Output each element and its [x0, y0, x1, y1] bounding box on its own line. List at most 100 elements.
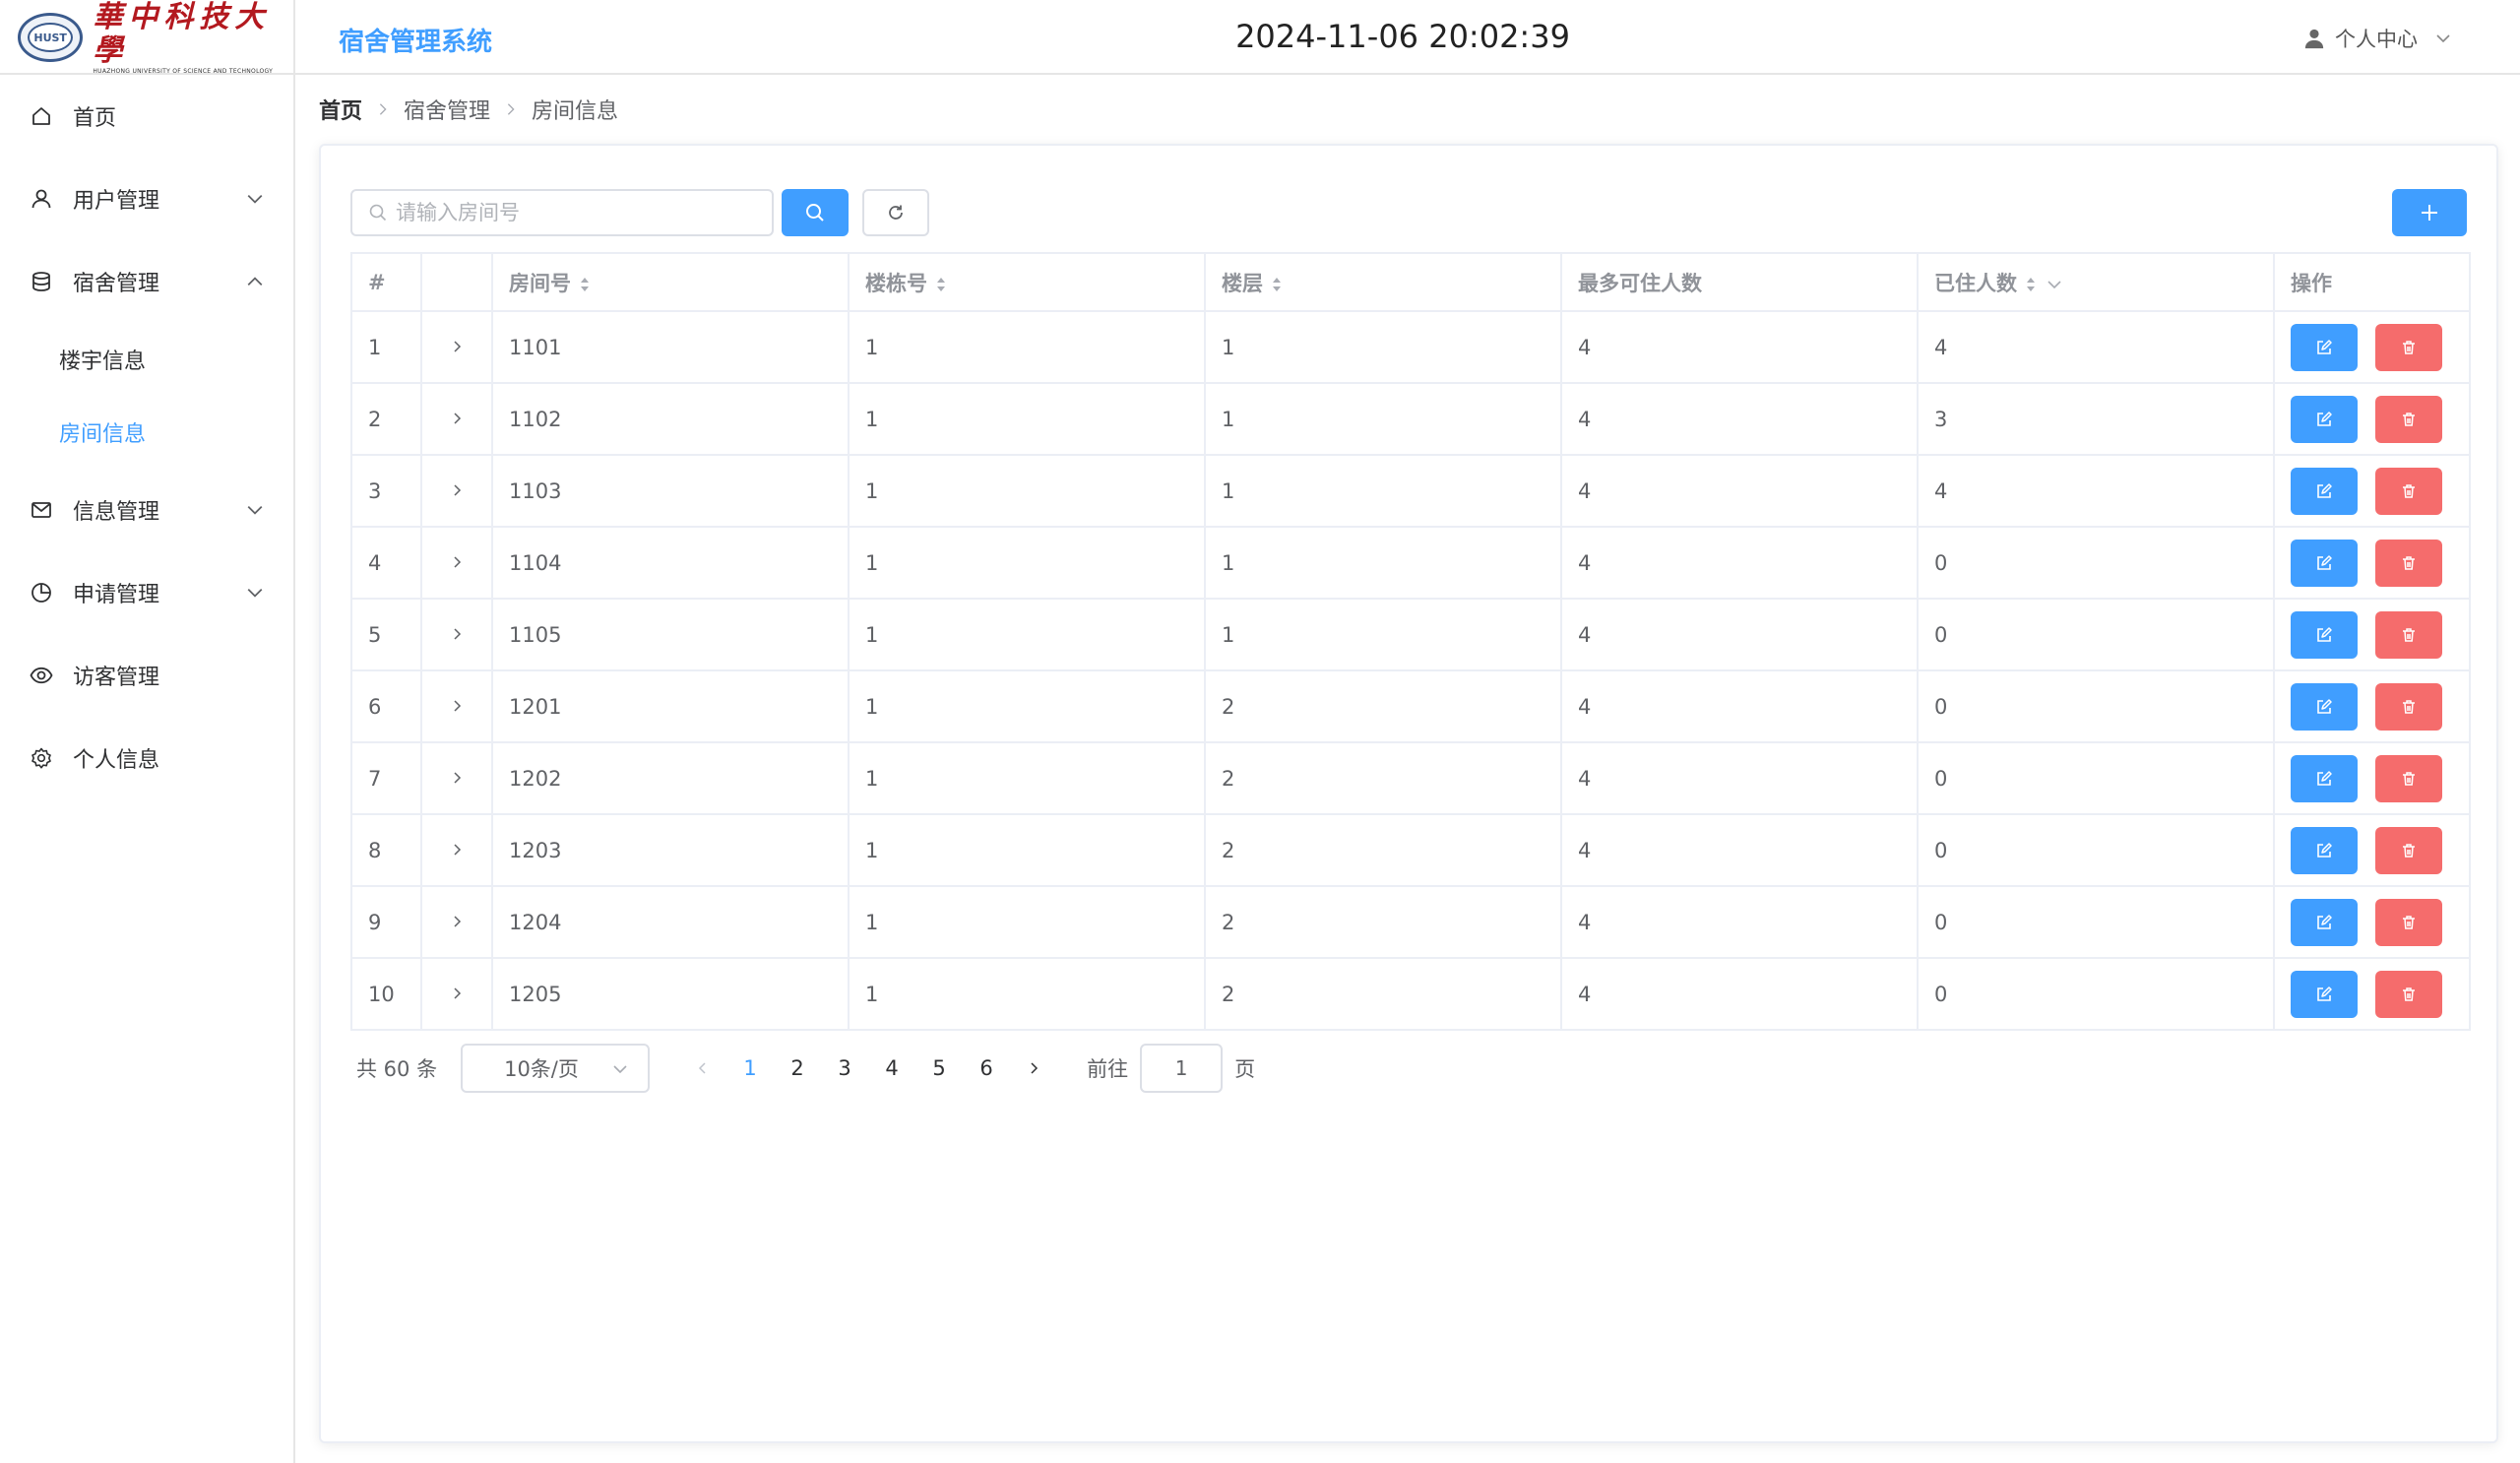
- sidebar-item-home[interactable]: 首页: [0, 75, 293, 158]
- cell-expand[interactable]: [421, 455, 493, 528]
- setting-icon: [32, 747, 51, 769]
- chevron-right-icon[interactable]: [449, 842, 465, 858]
- sidebar-item-dorm-management[interactable]: 宿舍管理: [0, 240, 293, 323]
- cell-expand[interactable]: [421, 527, 493, 600]
- cell-expand[interactable]: [421, 742, 493, 815]
- cell-building-number: 1: [849, 958, 1206, 1031]
- edit-button[interactable]: [2291, 898, 2358, 946]
- cell-index: 1: [352, 311, 422, 384]
- cell-actions: [2274, 742, 2469, 815]
- delete-button[interactable]: [2375, 682, 2442, 731]
- delete-button[interactable]: [2375, 395, 2442, 443]
- search-box[interactable]: [350, 189, 774, 236]
- cell-actions: [2274, 670, 2469, 743]
- trash-icon: [2403, 986, 2415, 1001]
- edit-icon: [2317, 698, 2332, 714]
- table-row: 3 1103 1 1 4 4: [352, 455, 2469, 528]
- cell-expand[interactable]: [421, 958, 493, 1031]
- delete-button[interactable]: [2375, 754, 2442, 802]
- page-number-6[interactable]: 6: [963, 1056, 1010, 1080]
- add-room-button[interactable]: [2392, 189, 2467, 236]
- cell-room-number: 1101: [492, 311, 850, 384]
- chevron-right-icon[interactable]: [449, 770, 465, 786]
- cell-expand[interactable]: [421, 383, 493, 456]
- chevron-right-icon[interactable]: [449, 482, 465, 498]
- next-page-button[interactable]: [1010, 1044, 1057, 1093]
- filter-dropdown-icon[interactable]: [2047, 277, 2062, 292]
- page-number-3[interactable]: 3: [821, 1056, 868, 1080]
- sidebar-item-personal-info[interactable]: 个人信息: [0, 717, 293, 799]
- sort-icon[interactable]: [1271, 276, 1283, 293]
- page-number-5[interactable]: 5: [915, 1056, 963, 1080]
- edit-button[interactable]: [2291, 467, 2358, 515]
- chevron-down-icon: [247, 194, 263, 204]
- chevron-right-icon[interactable]: [449, 626, 465, 642]
- edit-button[interactable]: [2291, 610, 2358, 659]
- edit-button[interactable]: [2291, 539, 2358, 587]
- delete-button[interactable]: [2375, 323, 2442, 371]
- edit-icon: [2317, 482, 2332, 498]
- column-header-building-number[interactable]: 楼栋号: [849, 254, 1206, 312]
- chevron-right-icon[interactable]: [449, 339, 465, 354]
- cell-expand[interactable]: [421, 599, 493, 671]
- edit-button[interactable]: [2291, 970, 2358, 1018]
- edit-button[interactable]: [2291, 323, 2358, 371]
- cell-expand[interactable]: [421, 814, 493, 887]
- chevron-right-icon[interactable]: [449, 698, 465, 714]
- user-center-dropdown[interactable]: 个人中心: [2303, 24, 2451, 53]
- cell-floor: 1: [1205, 311, 1562, 384]
- row-actions: [2291, 323, 2469, 371]
- refresh-button[interactable]: [862, 189, 929, 236]
- delete-button[interactable]: [2375, 826, 2442, 874]
- row-actions: [2291, 610, 2469, 659]
- cell-building-number: 1: [849, 311, 1206, 384]
- page-number-1[interactable]: 1: [726, 1056, 774, 1080]
- logo-english-name: HUAZHONG UNIVERSITY OF SCIENCE AND TECHN…: [93, 67, 274, 75]
- breadcrumb-home[interactable]: 首页: [319, 94, 362, 125]
- sort-icon[interactable]: [935, 276, 947, 293]
- cell-expand[interactable]: [421, 311, 493, 384]
- chevron-right-icon[interactable]: [449, 986, 465, 1001]
- cell-expand[interactable]: [421, 670, 493, 743]
- delete-button[interactable]: [2375, 970, 2442, 1018]
- chevron-right-icon[interactable]: [449, 554, 465, 570]
- row-actions: [2291, 539, 2469, 587]
- delete-button[interactable]: [2375, 539, 2442, 587]
- column-header-room-number[interactable]: 房间号: [492, 254, 850, 312]
- sidebar-item-label: 个人信息: [73, 748, 160, 773]
- column-header-floor[interactable]: 楼层: [1205, 254, 1562, 312]
- plus-icon: [2422, 205, 2437, 221]
- chevron-right-icon[interactable]: [449, 914, 465, 929]
- sort-icon[interactable]: [579, 276, 591, 293]
- delete-button[interactable]: [2375, 610, 2442, 659]
- prev-page-button[interactable]: [679, 1044, 726, 1093]
- column-header-occupied[interactable]: 已住人数: [1918, 254, 2275, 312]
- chevron-down-icon: [2436, 34, 2450, 43]
- room-number-search-input[interactable]: [396, 201, 770, 224]
- sidebar-subitem-building-info[interactable]: 楼宇信息: [0, 323, 293, 396]
- breadcrumb-dorm-management: 宿舍管理: [404, 99, 491, 124]
- page-jump-input[interactable]: [1140, 1044, 1224, 1093]
- edit-button[interactable]: [2291, 395, 2358, 443]
- sidebar-subitem-room-info[interactable]: 房间信息: [0, 396, 293, 469]
- cell-expand[interactable]: [421, 886, 493, 959]
- cell-max-occupancy: 4: [1561, 383, 1919, 456]
- page-number-2[interactable]: 2: [774, 1056, 821, 1080]
- page-number-4[interactable]: 4: [868, 1056, 915, 1080]
- chevron-down-icon: [247, 505, 263, 515]
- chevron-right-icon[interactable]: [449, 411, 465, 426]
- cell-actions: [2274, 599, 2469, 671]
- delete-button[interactable]: [2375, 467, 2442, 515]
- delete-button[interactable]: [2375, 898, 2442, 946]
- page-size-select[interactable]: 10条/页: [461, 1044, 651, 1093]
- edit-button[interactable]: [2291, 826, 2358, 874]
- edit-button[interactable]: [2291, 682, 2358, 731]
- edit-button[interactable]: [2291, 754, 2358, 802]
- sidebar-item-info-management[interactable]: 信息管理: [0, 469, 293, 551]
- sidebar-item-user-management[interactable]: 用户管理: [0, 158, 293, 240]
- sidebar-item-application-management[interactable]: 申请管理: [0, 551, 293, 634]
- sort-icon[interactable]: [2025, 276, 2037, 293]
- sidebar-item-visitor-management[interactable]: 访客管理: [0, 634, 293, 717]
- breadcrumb-room-info: 房间信息: [532, 99, 619, 124]
- search-button[interactable]: [782, 189, 849, 236]
